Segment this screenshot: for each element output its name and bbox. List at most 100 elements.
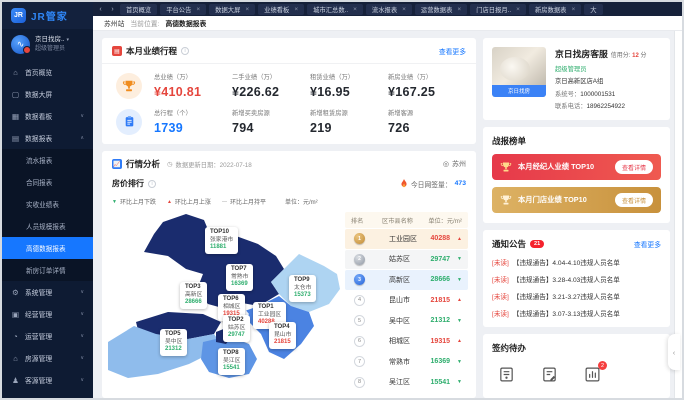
- report-icon: ▤: [11, 134, 20, 143]
- sidebar-subitem-staff-report[interactable]: 人员规模报表: [2, 215, 93, 237]
- sidebar-subitem-gaode-report[interactable]: 高德数据报表: [2, 237, 93, 259]
- site-label[interactable]: 苏州站: [104, 18, 124, 28]
- stat-new-rental-listings: 新增租赁房源 219: [310, 108, 388, 135]
- close-icon[interactable]: ×: [516, 6, 520, 13]
- chevron-down-icon: ∨: [80, 289, 84, 295]
- table-row[interactable]: 5 吴中区 21312 ▼: [345, 311, 468, 331]
- sidebar-item-signing[interactable]: ✎ 签约管理 ∨: [2, 391, 93, 398]
- suzhou-districts-map[interactable]: TOP10 张家港市 11881 TOP7 常熟市 16369 TOP3: [108, 212, 340, 380]
- edit-doc-icon[interactable]: [541, 366, 558, 383]
- tab-flow-report[interactable]: 流水报表×: [366, 4, 412, 15]
- close-icon[interactable]: ×: [245, 6, 249, 13]
- panel-collapse-handle[interactable]: ‹: [668, 334, 680, 370]
- sidebar-item-dashboard[interactable]: ▦ 数据看板 ∨: [2, 105, 93, 127]
- table-row[interactable]: 8 吴江区 15541 ▼: [345, 373, 468, 393]
- list-item[interactable]: [未读]【违规通告】3.07-3.13违规人员名单: [492, 308, 661, 318]
- list-item[interactable]: [未读]【违规通告】3.21-3.27违规人员名单: [492, 291, 661, 301]
- tab-store-daily[interactable]: 门店日报月..×: [470, 4, 526, 15]
- list-item[interactable]: [未读]【违规通告】4.04-4.10违规人员名单: [492, 257, 661, 267]
- sidebar-item-reports[interactable]: ▤ 数据报表 ∧: [2, 127, 93, 149]
- map-callout-top9: TOP9 太仓市 15373: [289, 275, 316, 302]
- performance-card: ▤ 本月业绩行程 i 查看更多 总业绩（万） ¥410.81: [102, 38, 476, 144]
- store-top10-banner[interactable]: 本月门店业绩 TOP10 查看详情: [492, 187, 661, 213]
- view-detail-button[interactable]: 查看详情: [615, 193, 653, 207]
- ranking-table-header: 排名 区市县名称 单位：元/m²: [345, 212, 468, 228]
- tab-perf-board[interactable]: 业绩看板×: [258, 4, 304, 15]
- notice-count-badge: 21: [530, 240, 544, 248]
- table-row[interactable]: 7 常熟市 16369 ▼: [345, 352, 468, 372]
- sidebar-item-bigscreen[interactable]: ▢ 数据大屏: [2, 83, 93, 105]
- map-callout-top7: TOP7 常熟市 16369: [226, 264, 253, 291]
- collapse-arrow-icon: ‹: [673, 348, 676, 357]
- close-icon[interactable]: ×: [353, 6, 357, 13]
- chevron-down-icon: ∨: [80, 333, 84, 339]
- up-arrow-icon: ▲: [450, 297, 462, 303]
- table-row[interactable]: 6 相城区 19315 ▲: [345, 332, 468, 352]
- city-selector[interactable]: ◎苏州: [443, 159, 466, 169]
- sidebar-subitem-newhouse-orders[interactable]: 新房订单详情: [2, 259, 93, 281]
- user-avatar[interactable]: ∿: [11, 35, 30, 54]
- tab-city-summary[interactable]: 城市汇总数..×: [307, 4, 363, 15]
- market-card-title: 行情分析: [126, 158, 160, 170]
- notice-more-link[interactable]: 查看更多: [634, 239, 661, 249]
- credit-score: 信用分: 12 分: [611, 50, 647, 59]
- close-icon[interactable]: ×: [402, 6, 406, 13]
- tab-bigscreen[interactable]: 数据大屏×: [209, 4, 255, 15]
- operations-icon: ◔: [11, 332, 20, 341]
- map-callout-top3: TOP3 高新区 28666: [180, 282, 207, 309]
- tabs-back-button[interactable]: ‹: [96, 6, 105, 13]
- sidebar-item-customers[interactable]: ♟ 客源管理 ∨: [2, 369, 93, 391]
- main-area: ‹ › 首页概览 平台公告× 数据大屏× 业绩看板× 城市汇总数..× 流水报表…: [93, 2, 682, 398]
- tab-partial[interactable]: 大: [584, 4, 602, 15]
- list-item[interactable]: [未读]【违规通告】3.28-4.03违规人员名单: [492, 274, 661, 284]
- tabs-forward-button[interactable]: ›: [108, 6, 117, 13]
- profile-phone: 联系电话：18962254922: [555, 101, 661, 110]
- map-callout-top10: TOP10 张家港市 11881: [205, 227, 238, 254]
- contract-doc-icon[interactable]: [498, 366, 515, 383]
- report-chart-icon[interactable]: 2: [584, 366, 601, 383]
- close-icon[interactable]: ×: [571, 6, 575, 13]
- stat-total-trips: 总行程（个） 1739: [154, 108, 232, 135]
- sidebar-item-operations[interactable]: ◔ 运营管理 ∨: [2, 325, 93, 347]
- flat-icon: —: [222, 199, 227, 205]
- performance-row-revenue: 总业绩（万） ¥410.81 二手业绩（万） ¥226.62 租赁业绩（万） ¥…: [102, 64, 476, 108]
- daily-sign-count: 今日网签量：473: [400, 179, 466, 189]
- app-window: JR JR管家 ∿ 京日找房.. ▾ 超级管理员 ⌂ 首页概览 ▢ 数据大屏 ▦…: [0, 0, 684, 400]
- view-detail-button[interactable]: 查看详情: [615, 160, 653, 174]
- trophy-icon: [500, 194, 512, 206]
- sidebar-item-business[interactable]: ▣ 经营管理 ∨: [2, 303, 93, 325]
- table-row[interactable]: 3 高新区 28666 ▼: [345, 270, 468, 290]
- sidebar-subitem-contract-report[interactable]: 合同报表: [2, 171, 93, 193]
- sidebar-subitem-income-report[interactable]: 实收业绩表: [2, 193, 93, 215]
- sidebar-item-housing[interactable]: ⌂ 房源管理 ∨: [2, 347, 93, 369]
- agent-top10-banner[interactable]: 本月经纪人业绩 TOP10 查看详情: [492, 154, 661, 180]
- user-name[interactable]: 京日找房.. ▾: [35, 36, 69, 45]
- tab-newhouse-data[interactable]: 新房数据表×: [529, 4, 581, 15]
- down-arrow-icon: ▼: [450, 379, 462, 385]
- down-arrow-icon: ▼: [450, 277, 462, 283]
- map-legend: ▼环比上月下跌 ▲环比上月上涨 —环比上月持平 单位：元/m²: [102, 191, 476, 210]
- sidebar-subitem-flow-report[interactable]: 流水报表: [2, 149, 93, 171]
- close-icon[interactable]: ×: [457, 6, 461, 13]
- table-row[interactable]: 4 昆山市 21815 ▲: [345, 291, 468, 311]
- tab-platform-notice[interactable]: 平台公告×: [160, 4, 206, 15]
- performance-card-icon: ▤: [112, 46, 122, 56]
- stat-total-revenue: 总业绩（万） ¥410.81: [154, 72, 232, 99]
- close-icon[interactable]: ×: [196, 6, 200, 13]
- performance-more-link[interactable]: 查看更多: [439, 46, 466, 56]
- table-row[interactable]: 2 姑苏区 29747 ▼: [345, 250, 468, 270]
- profile-name: 京日找房客服: [555, 47, 608, 60]
- board-icon: ▦: [11, 112, 20, 121]
- profile-store: 京日高新区店A组: [555, 76, 661, 85]
- table-row[interactable]: 1 工业园区 40288 ▲: [345, 229, 468, 249]
- down-arrow-icon: ▼: [450, 318, 462, 324]
- profile-system-id: 系统号：1000001531: [555, 89, 661, 98]
- sidebar-user[interactable]: ∿ 京日找房.. ▾ 超级管理员: [2, 29, 93, 61]
- chevron-down-icon: ∨: [80, 355, 84, 361]
- sidebar-item-home[interactable]: ⌂ 首页概览: [2, 61, 93, 83]
- close-icon[interactable]: ×: [294, 6, 298, 13]
- tab-home[interactable]: 首页概览: [120, 4, 157, 15]
- tab-operation-data[interactable]: 运营数据表×: [415, 4, 467, 15]
- sidebar: JR JR管家 ∿ 京日找房.. ▾ 超级管理员 ⌂ 首页概览 ▢ 数据大屏 ▦…: [2, 2, 93, 398]
- sidebar-item-system[interactable]: ⚙ 系统管理 ∨: [2, 281, 93, 303]
